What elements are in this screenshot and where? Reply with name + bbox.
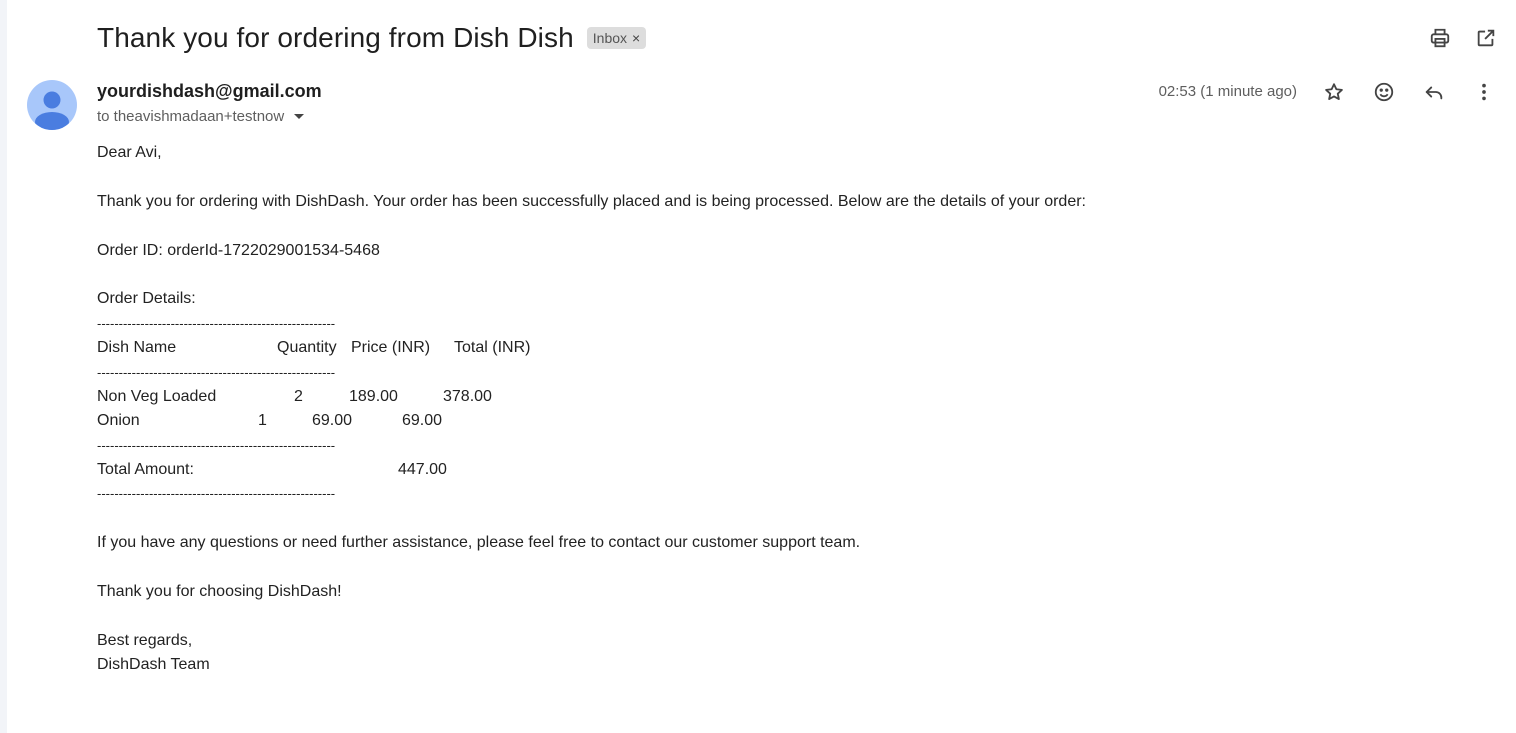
emoji-reaction-icon[interactable] bbox=[1372, 80, 1396, 104]
table-row: Onion 1 69.00 69.00 bbox=[97, 409, 1397, 433]
remove-label-icon[interactable]: × bbox=[632, 30, 640, 46]
greeting: Dear Avi, bbox=[97, 144, 162, 161]
table-row: Non Veg Loaded 2 189.00 378.00 bbox=[97, 385, 1397, 409]
intro-paragraph: Thank you for ordering with DishDash. Yo… bbox=[97, 192, 1086, 210]
item-name: Onion bbox=[97, 412, 140, 430]
signoff: Best regards, bbox=[97, 631, 193, 649]
recipient-text: to theavishmadaan+testnow bbox=[97, 108, 285, 125]
item-quantity: 2 bbox=[294, 387, 303, 405]
default-avatar-icon[interactable] bbox=[27, 80, 77, 130]
header-quantity: Quantity bbox=[277, 339, 337, 357]
open-in-new-window-icon[interactable] bbox=[1474, 26, 1498, 50]
separator-line: ----------------------------------------… bbox=[97, 315, 336, 331]
order-id: Order ID: orderId-1722029001534-5468 bbox=[97, 241, 380, 259]
separator-line: ----------------------------------------… bbox=[97, 486, 336, 502]
table-header-row: Dish Name Quantity Price (INR) Total (IN… bbox=[97, 336, 1397, 360]
recipient-line: to theavishmadaan+testnow bbox=[97, 108, 305, 125]
inbox-label-chip[interactable]: Inbox × bbox=[586, 27, 647, 49]
message-actions bbox=[1322, 80, 1496, 104]
email-subject: Thank you for ordering from Dish Dish bbox=[97, 22, 574, 53]
header-total: Total (INR) bbox=[454, 339, 531, 357]
print-icon[interactable] bbox=[1428, 26, 1452, 50]
order-details-heading: Order Details: bbox=[97, 290, 196, 308]
item-quantity: 1 bbox=[258, 412, 267, 430]
separator-line: ----------------------------------------… bbox=[97, 364, 336, 380]
item-total: 69.00 bbox=[402, 412, 443, 430]
support-paragraph: If you have any questions or need furthe… bbox=[97, 534, 861, 552]
total-value: 447.00 bbox=[398, 461, 447, 479]
chevron-down-icon[interactable] bbox=[294, 114, 305, 119]
inbox-label-text: Inbox bbox=[592, 30, 628, 46]
subject-row: Thank you for ordering from Dish Dish In… bbox=[97, 18, 647, 58]
item-price: 189.00 bbox=[349, 387, 398, 405]
star-icon[interactable] bbox=[1322, 80, 1346, 104]
separator-line: ----------------------------------------… bbox=[97, 437, 336, 453]
total-row: Total Amount: 447.00 bbox=[97, 458, 1397, 482]
email-body: Dear Avi, Thank you for ordering with Di… bbox=[97, 141, 1397, 678]
email-view: Thank you for ordering from Dish Dish In… bbox=[0, 0, 1516, 733]
item-price: 69.00 bbox=[312, 412, 353, 430]
thanks-line: Thank you for choosing DishDash! bbox=[97, 583, 342, 601]
signature: DishDash Team bbox=[97, 656, 210, 674]
header-price: Price (INR) bbox=[351, 339, 431, 357]
total-label: Total Amount: bbox=[97, 461, 194, 479]
thread-actions bbox=[1428, 26, 1498, 50]
item-name: Non Veg Loaded bbox=[97, 387, 217, 405]
more-vert-icon[interactable] bbox=[1472, 80, 1496, 104]
sender-email[interactable]: yourdishdash@gmail.com bbox=[97, 81, 322, 102]
reply-icon[interactable] bbox=[1422, 80, 1446, 104]
item-total: 378.00 bbox=[443, 387, 492, 405]
message-timestamp: 02:53 (1 minute ago) bbox=[1158, 83, 1297, 100]
left-edge-strip bbox=[0, 0, 7, 733]
header-dish-name: Dish Name bbox=[97, 339, 177, 357]
